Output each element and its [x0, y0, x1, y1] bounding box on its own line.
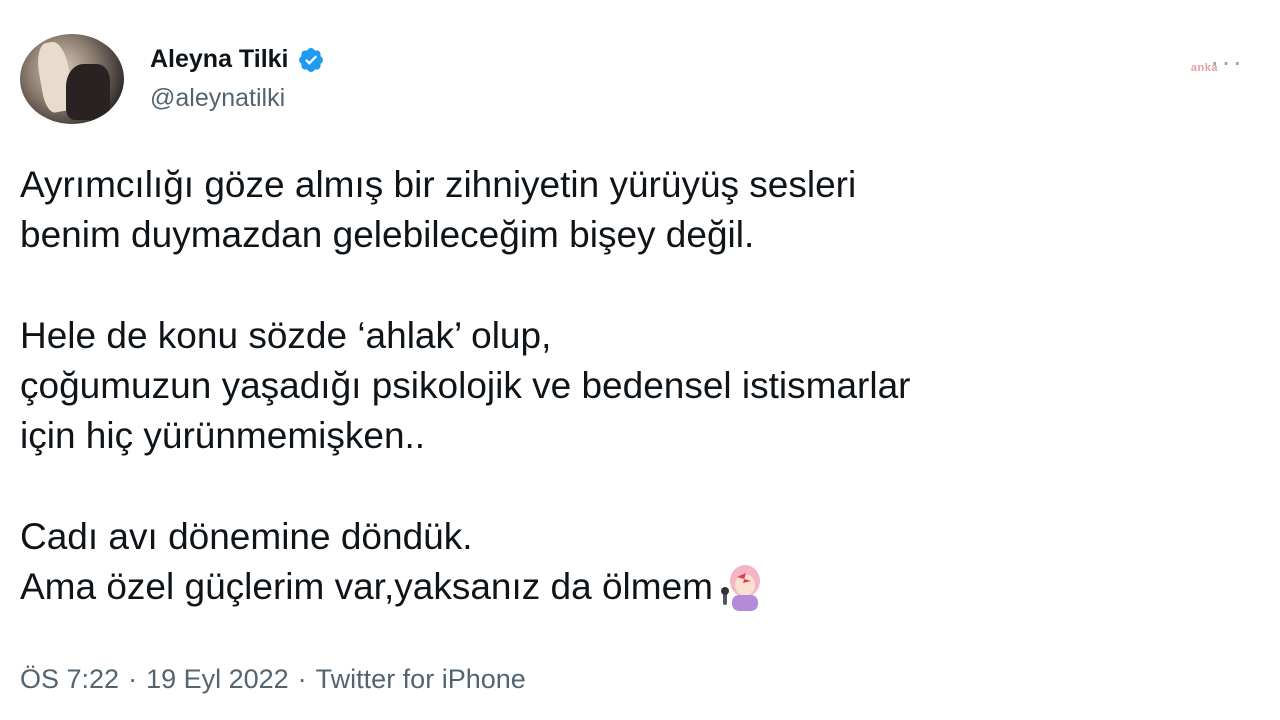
meta-separator: ·	[128, 664, 138, 694]
tweet-card: Aleyna Tilki @aleynatilki anka ··· Ayrım…	[0, 0, 1280, 720]
author-names: Aleyna Tilki @aleynatilki	[150, 45, 325, 113]
tweet-paragraph-1: Ayrımcılığı göze almış bir zihniyetin yü…	[20, 164, 857, 255]
tweet-source[interactable]: Twitter for iPhone	[316, 664, 526, 695]
avatar-body-shape	[66, 64, 110, 120]
display-name[interactable]: Aleyna Tilki	[150, 45, 289, 74]
more-options-icon[interactable]: ···	[1210, 48, 1244, 76]
tweet-time[interactable]: ÖS 7:22	[20, 664, 119, 695]
tweet-meta: ÖS 7:22 · 19 Eyl 2022 · Twitter for iPho…	[20, 664, 526, 695]
tweet-date[interactable]: 19 Eyl 2022	[146, 664, 289, 695]
display-name-row: Aleyna Tilki	[150, 45, 325, 74]
handle[interactable]: @aleynatilki	[150, 84, 325, 113]
verified-badge-icon	[298, 47, 323, 72]
meta-separator: ·	[297, 664, 307, 694]
avatar[interactable]	[20, 34, 124, 124]
tweet-paragraph-3: Cadı avı dönemine döndük. Ama özel güçle…	[20, 512, 1240, 613]
tweet-header: Aleyna Tilki @aleynatilki	[20, 34, 325, 124]
tweet-paragraph-3-text: Cadı avı dönemine döndük. Ama özel güçle…	[20, 516, 713, 607]
tweet-text: Ayrımcılığı göze almış bir zihniyetin yü…	[20, 160, 1240, 613]
tweet-paragraph-2: Hele de konu sözde ‘ahlak’ olup, çoğumuz…	[20, 315, 911, 456]
woman-singer-emoji	[721, 565, 760, 611]
